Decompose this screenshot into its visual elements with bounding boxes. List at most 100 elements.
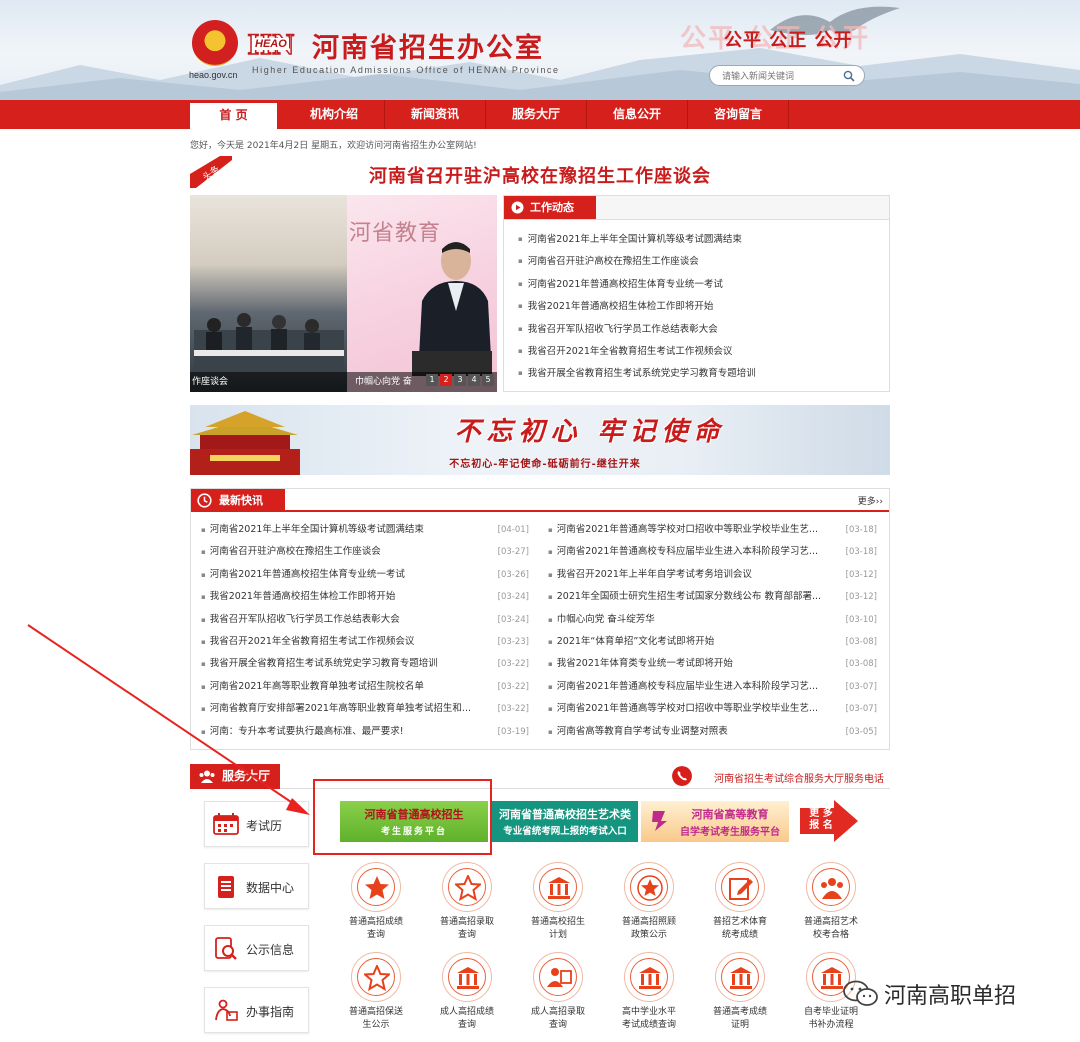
work-news-item[interactable]: 我省召开2021年全省教育招生考试工作视频会议	[518, 340, 889, 362]
star-outline-icon	[442, 862, 492, 912]
watermark-text: 河南高职单招	[884, 984, 1017, 1009]
work-news-item[interactable]: 河南省召开驻沪高校在豫招生工作座谈会	[518, 250, 889, 272]
entry2-line2: 专业省统考网上报的考试入口	[503, 826, 627, 837]
news-item[interactable]: 我省2021年体育类专业统一考试即将开始[03-08]	[548, 653, 877, 675]
service-hall-header: 服务大厅 河南省招生考试综合服务大厅服务电话	[190, 764, 890, 789]
wechat-icon	[843, 980, 878, 1006]
building-icon	[715, 952, 765, 1002]
search-box[interactable]	[709, 65, 865, 86]
news-item[interactable]: 我省召开军队招收飞行学员工作总结表彰大会[03-24]	[201, 609, 529, 631]
more-registration-button[interactable]: 更 多 报 名	[800, 800, 858, 842]
nav-consult[interactable]: 咨询留言	[688, 100, 789, 129]
exam-calendar-button[interactable]: 考试历	[204, 801, 309, 847]
slide-page-1[interactable]: 1	[426, 374, 438, 386]
work-news-item[interactable]: 河南省2021年普通高校招生体育专业统一考试	[518, 273, 889, 295]
exam-calendar-label: 考试历	[246, 819, 283, 833]
latest-news-title[interactable]: 最新快讯	[191, 489, 285, 512]
work-news-item[interactable]: 我省召开军队招收飞行学员工作总结表彰大会	[518, 318, 889, 340]
clock-icon	[197, 493, 212, 508]
nav-news[interactable]: 新闻资讯	[385, 100, 486, 129]
building-icon	[624, 952, 674, 1002]
service-phone-text[interactable]: 河南省招生考试综合服务大厅服务电话	[714, 770, 884, 785]
search-icon[interactable]	[843, 70, 855, 82]
nav-info-public[interactable]: 信息公开	[587, 100, 688, 129]
service-icon-link[interactable]: 普通高考成绩证明	[710, 952, 770, 1032]
nav-about[interactable]: 机构介绍	[284, 100, 385, 129]
slogan-banner[interactable]: 不忘初心 牢记使命 不忘初心-牢记使命-砥砺前行-继往开来	[190, 405, 890, 475]
service-icon-label: 普通高招保送生公示	[348, 1007, 403, 1030]
news-item[interactable]: 巾帼心向党 奋斗绽芳华[03-10]	[548, 609, 877, 631]
work-news-title[interactable]: 工作动态	[504, 196, 596, 219]
service-icon-link[interactable]: 普通高招成绩查询	[346, 862, 406, 942]
service-icon-link[interactable]: 成人高招录取查询	[528, 952, 588, 1032]
slide-page-5[interactable]: 5	[482, 374, 494, 386]
entry3-line2: 自学考试考生服务平台	[680, 827, 780, 838]
data-center-button[interactable]: 数据中心	[204, 863, 309, 909]
work-news-item[interactable]: 我省2021年普通高校招生体检工作即将开始	[518, 295, 889, 317]
search-input[interactable]	[722, 69, 842, 83]
art-exam-entry-link[interactable]: 河南省普通高校招生艺术类 专业省统考网上报的考试入口	[492, 801, 638, 842]
news-item[interactable]: 河南省2021年普通高校招生体育专业统一考试[03-26]	[201, 564, 529, 586]
work-news-item[interactable]: 我省开展全省教育招生考试系统党史学习教育专题培训	[518, 362, 889, 384]
news-item[interactable]: 我省召开2021年上半年自学考试考务培训会议[03-12]	[548, 564, 877, 586]
news-item[interactable]: 2021年“体育单招”文化考试即将开始[03-08]	[548, 631, 877, 653]
latest-news-list-left: 河南省2021年上半年全国计算机等级考试圆满结束[04-01] 河南省召开驻沪高…	[201, 519, 529, 743]
public-info-button[interactable]: 公示信息	[204, 925, 309, 971]
slide-page-4[interactable]: 4	[468, 374, 480, 386]
site-domain: heao.gov.cn	[189, 70, 238, 80]
service-icon-link[interactable]: 普通高招保送生公示	[346, 952, 406, 1032]
news-item[interactable]: 河南省2021年普通高等学校对口招收中等职业学校毕业生艺...[03-18]	[548, 519, 877, 541]
site-title[interactable]: 河南省招生办公室	[312, 26, 544, 65]
nav-home[interactable]: 首 页	[190, 103, 277, 129]
slide-page-3[interactable]: 3	[454, 374, 466, 386]
news-item[interactable]: 河南省高等教育自学考试专业调整对照表[03-05]	[548, 721, 877, 743]
service-icon-label: 自考毕业证明书补办流程	[803, 1007, 858, 1030]
guide-person-icon	[215, 999, 238, 1021]
service-icon-link[interactable]: 普通高校招生计划	[528, 862, 588, 942]
service-icon-label: 普通高考成绩证明	[712, 1007, 767, 1030]
main-nav-bar: 首 页 机构介绍 新闻资讯 服务大厅 信息公开 咨询留言	[0, 100, 1080, 129]
latest-news-label: 最新快讯	[219, 494, 263, 507]
headline-title[interactable]: 河南省召开驻沪高校在豫招生工作座谈会	[190, 162, 890, 188]
service-icon-link[interactable]: 普招艺术体育统考成绩	[710, 862, 770, 942]
public-info-label: 公示信息	[246, 943, 295, 957]
data-center-label: 数据中心	[246, 881, 295, 895]
service-icon-link[interactable]: 成人高招成绩查询	[437, 952, 497, 1032]
news-item[interactable]: 河南省2021年普通高等学校对口招收中等职业学校毕业生艺...[03-07]	[548, 698, 877, 720]
latest-news-header: 最新快讯 更多››	[191, 489, 889, 512]
service-icon-link[interactable]: 普通高招艺术校考合格	[801, 862, 861, 942]
service-icon-link[interactable]: 高中学业水平考试成绩查询	[619, 952, 679, 1032]
news-item[interactable]: 我省2021年普通高校招生体检工作即将开始[03-24]	[201, 586, 529, 608]
work-news-list: 河南省2021年上半年全国计算机等级考试圆满结束 河南省召开驻沪高校在豫招生工作…	[504, 220, 889, 385]
group-icon	[806, 862, 856, 912]
calendar-icon	[213, 813, 239, 835]
news-item[interactable]: 河南省2021年普通高校专科应届毕业生进入本科阶段学习艺...[03-18]	[548, 541, 877, 563]
star-filled-icon	[351, 862, 401, 912]
news-item[interactable]: 河南省2021年普通高校专科应届毕业生进入本科阶段学习艺...[03-07]	[548, 676, 877, 698]
site-header: heao.gov.cn HN HEAO 河南省招生办公室 Higher Educ…	[0, 0, 1080, 100]
news-item[interactable]: 河南省2021年高等职业教育单独考试招生院校名单[03-22]	[201, 676, 529, 698]
more-link[interactable]: 更多››	[858, 494, 883, 507]
news-item[interactable]: 河南省召开驻沪高校在豫招生工作座谈会[03-27]	[201, 541, 529, 563]
service-hall-title[interactable]: 服务大厅	[190, 764, 280, 789]
speaker-image	[412, 242, 492, 376]
news-item[interactable]: 我省开展全省教育招生考试系统党史学习教育专题培训[03-22]	[201, 653, 529, 675]
slide-page-2[interactable]: 2	[440, 374, 452, 386]
service-icon-label: 普通高招录取查询	[439, 917, 494, 940]
national-emblem-icon	[192, 20, 238, 66]
slide-caption-left[interactable]: 作座谈会	[190, 372, 347, 392]
news-item[interactable]: 河南：专升本考试要执行最高标准、最严要求![03-19]	[201, 721, 529, 743]
news-item[interactable]: 河南省教育厅安排部署2021年高等职业教育单独考试招生和...[03-22]	[201, 698, 529, 720]
service-icon-link[interactable]: 普通高招照顾政策公示	[619, 862, 679, 942]
news-item[interactable]: 河南省2021年上半年全国计算机等级考试圆满结束[04-01]	[201, 519, 529, 541]
photo-slideshow[interactable]: 河省教育 作座谈会 巾帼心向党 奋	[190, 195, 497, 392]
annotation-highlight-box	[313, 779, 492, 855]
service-icon-link[interactable]: 普通高招录取查询	[437, 862, 497, 942]
news-item[interactable]: 2021年全国硕士研究生招生考试国家分数线公布 教育部部署...[03-12]	[548, 586, 877, 608]
nav-service-hall[interactable]: 服务大厅	[486, 100, 587, 129]
service-guide-button[interactable]: 办事指南	[204, 987, 309, 1033]
news-item[interactable]: 我省召开2021年全省教育招生考试工作视频会议[03-23]	[201, 631, 529, 653]
work-news-item[interactable]: 河南省2021年上半年全国计算机等级考试圆满结束	[518, 228, 889, 250]
work-news-header: 工作动态	[504, 196, 889, 220]
self-study-exam-platform-link[interactable]: 河南省高等教育 自学考试考生服务平台	[641, 801, 789, 842]
